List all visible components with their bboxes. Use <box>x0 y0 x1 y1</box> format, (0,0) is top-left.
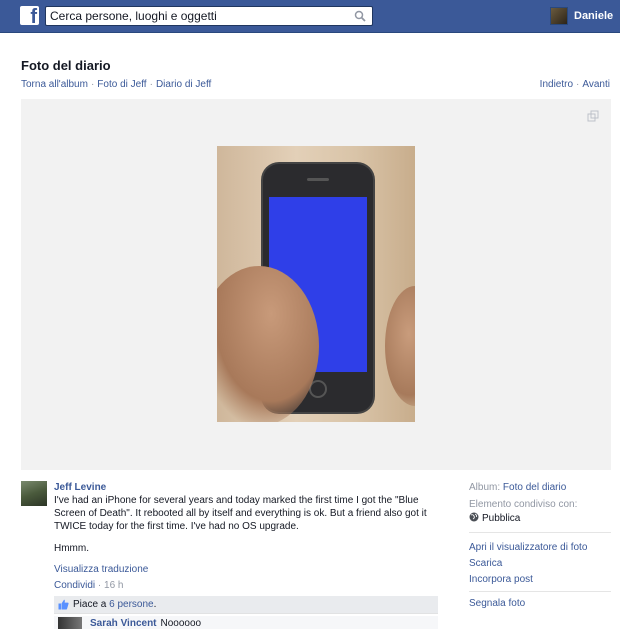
jeff-photos-link[interactable]: Foto di Jeff <box>97 79 146 90</box>
likes-bar: Piace a 6 persone. <box>54 596 438 614</box>
jeff-timeline-link[interactable]: Diario di Jeff <box>156 79 211 90</box>
post-meta: Condividi · 16 h <box>54 580 124 591</box>
album-label: Album: <box>469 482 501 493</box>
avatar[interactable] <box>58 617 82 629</box>
photo-stage <box>21 99 611 470</box>
comment-row: Sarah Vincent Noooooo <box>54 616 438 629</box>
search-icon[interactable] <box>354 10 366 22</box>
previous-link[interactable]: Indietro <box>540 79 573 90</box>
likes-suffix: . <box>153 599 157 610</box>
like-icon <box>58 599 69 610</box>
audience-value: Pubblica <box>482 513 521 524</box>
expand-icon[interactable] <box>587 110 599 122</box>
top-bar: f Daniele <box>0 0 620 33</box>
comment-author[interactable]: Sarah Vincent <box>90 618 157 629</box>
back-to-album-link[interactable]: Torna all'album <box>21 79 88 90</box>
post-text: I've had an iPhone for several years and… <box>54 495 427 532</box>
report-photo-link[interactable]: Segnala foto <box>469 598 525 609</box>
divider <box>469 591 611 592</box>
embed-post-link[interactable]: Incorpora post <box>469 574 533 585</box>
photo-nav: Indietro · Avanti <box>539 79 610 90</box>
user-name: Daniele <box>574 10 614 22</box>
post-photo[interactable] <box>217 146 415 422</box>
audience-selector[interactable]: Pubblica <box>469 512 520 524</box>
page-title: Foto del diario <box>21 58 111 73</box>
open-viewer-link[interactable]: Apri il visualizzatore di foto <box>469 542 587 553</box>
search-input[interactable] <box>46 7 346 25</box>
search-box[interactable] <box>45 6 373 26</box>
download-link[interactable]: Scarica <box>469 558 502 569</box>
facebook-logo-icon[interactable]: f <box>20 6 39 27</box>
avatar <box>550 7 568 25</box>
post-time[interactable]: 16 h <box>104 580 123 591</box>
share-link[interactable]: Condividi <box>54 580 95 591</box>
likes-count-link[interactable]: 6 persone <box>109 599 153 610</box>
breadcrumb: Torna all'album · Foto di Jeff · Diario di J… <box>21 79 212 90</box>
comment-text: Noooooo <box>160 617 202 629</box>
album-link[interactable]: Foto del diario <box>503 482 566 493</box>
album-info: Album: Foto del diario <box>469 482 566 493</box>
divider <box>469 532 611 533</box>
post-author[interactable]: Jeff Levine <box>54 482 106 493</box>
next-link[interactable]: Avanti <box>582 79 610 90</box>
fingers-image <box>385 286 415 406</box>
post-text-2: Hmmm. <box>54 543 89 554</box>
globe-icon <box>469 512 479 522</box>
likes-prefix: Piace a <box>73 599 107 610</box>
translate-link[interactable]: Visualizza traduzione <box>54 564 148 575</box>
user-profile-link[interactable]: Daniele <box>550 6 613 26</box>
author-avatar[interactable] <box>21 481 47 506</box>
shared-with-label: Elemento condiviso con: <box>469 499 578 510</box>
